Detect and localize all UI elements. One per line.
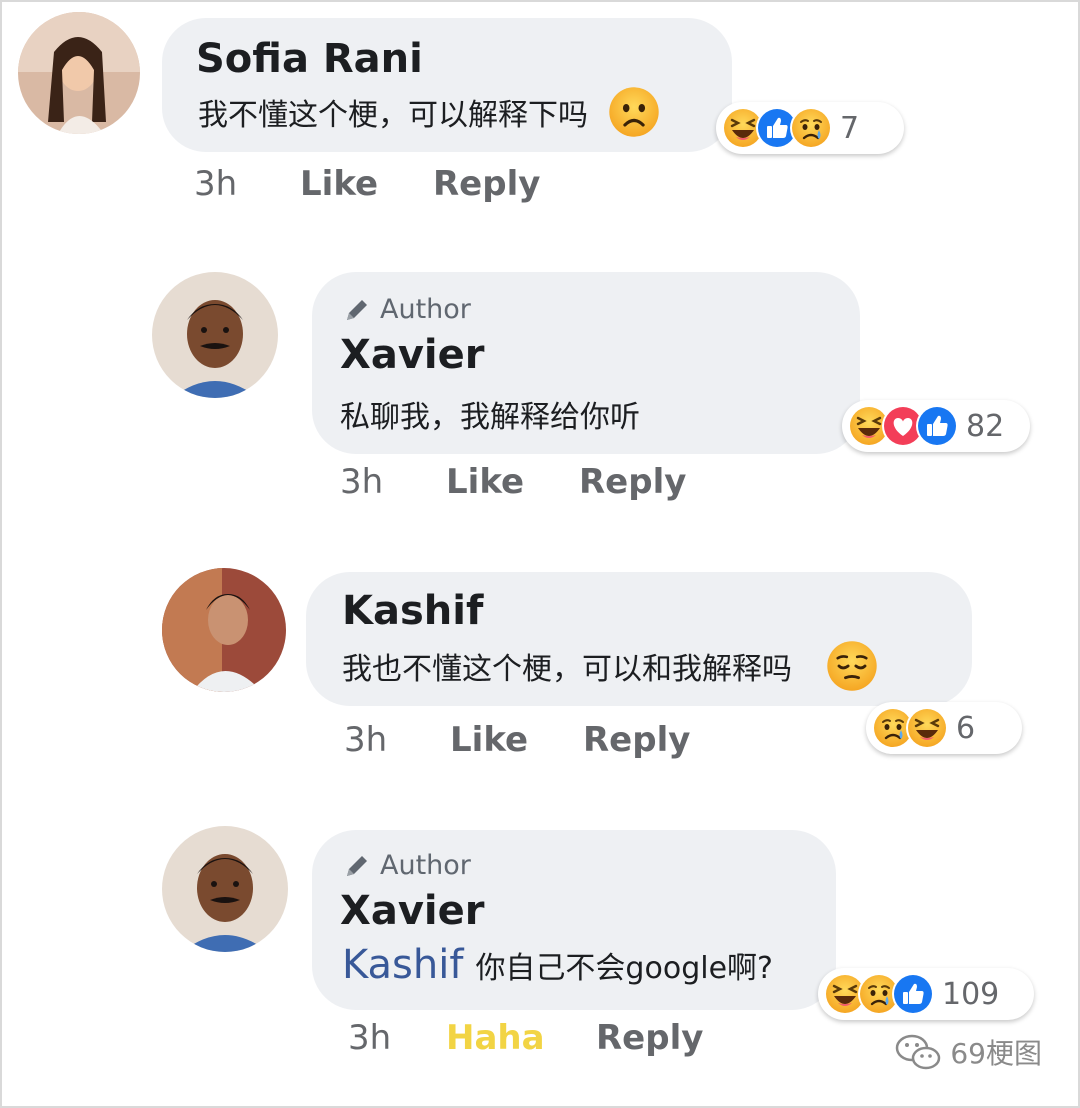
comment-text: 我也不懂这个梗，可以和我解释吗 [342,640,878,692]
comment-text-content: 我不懂这个梗，可以解释下吗 [198,98,588,133]
wechat-icon [896,1034,941,1070]
watermark: 69梗图 [894,1032,1042,1072]
author-badge-label: Author [380,294,471,325]
avatar[interactable] [162,568,286,692]
comment-text: 我不懂这个梗，可以解释下吗 [198,86,660,138]
reaction-count: 82 [966,408,1005,444]
comment-actions: 3h Like Reply [194,164,540,204]
comment-author-name[interactable]: Kashif [342,588,483,634]
author-badge: Author [342,850,471,881]
pensive-face-icon [826,640,878,692]
like-button[interactable]: Like [300,164,433,204]
reply-button[interactable]: Reply [579,462,686,502]
haha-icon [906,707,948,749]
avatar[interactable] [152,272,278,398]
reaction-summary[interactable]: 82 [842,400,1030,452]
reaction-summary[interactable]: 109 [818,968,1034,1020]
pencil-icon [342,295,372,325]
comment-timestamp[interactable]: 3h [348,1018,446,1058]
reply-button[interactable]: Reply [596,1018,703,1058]
mention-link[interactable]: Kashif [342,942,463,988]
reaction-count: 7 [840,110,860,146]
reply-button[interactable]: Reply [583,720,690,760]
pencil-icon [342,851,372,881]
frowning-face-icon [608,86,660,138]
reply-button[interactable]: Reply [433,164,540,204]
comment-text: 私聊我，我解释给你听 [340,392,640,436]
comment-text-content: 你自己不会google啊? [475,951,773,986]
reaction-summary[interactable]: 6 [866,702,1022,754]
comment-timestamp[interactable]: 3h [340,462,446,502]
comment-author-name[interactable]: Xavier [340,332,484,378]
like-icon [916,405,958,447]
author-badge-label: Author [380,850,471,881]
comment-author-name[interactable]: Sofia Rani [196,36,423,82]
comment-timestamp[interactable]: 3h [344,720,450,760]
comment-text: Kashif 你自己不会google啊? [342,942,773,988]
comment-actions: 3h Haha Reply [348,1018,703,1058]
avatar[interactable] [162,826,288,952]
author-badge: Author [342,294,471,325]
watermark-text: 69梗图 [950,1037,1042,1070]
comment-author-name[interactable]: Xavier [340,888,484,934]
haha-reaction-button[interactable]: Haha [446,1018,596,1058]
comment-actions: 3h Like Reply [344,720,690,760]
comment-timestamp[interactable]: 3h [194,164,300,204]
reaction-count: 109 [942,976,1000,1012]
like-button[interactable]: Like [446,462,579,502]
reaction-count: 6 [956,710,976,746]
avatar[interactable] [18,12,140,134]
sad-icon [790,107,832,149]
comment-actions: 3h Like Reply [340,462,686,502]
comment-text-content: 私聊我，我解释给你听 [340,400,640,435]
reaction-summary[interactable]: 7 [716,102,904,154]
like-button[interactable]: Like [450,720,583,760]
like-icon [892,973,934,1015]
comment-text-content: 我也不懂这个梗，可以和我解释吗 [342,652,792,687]
